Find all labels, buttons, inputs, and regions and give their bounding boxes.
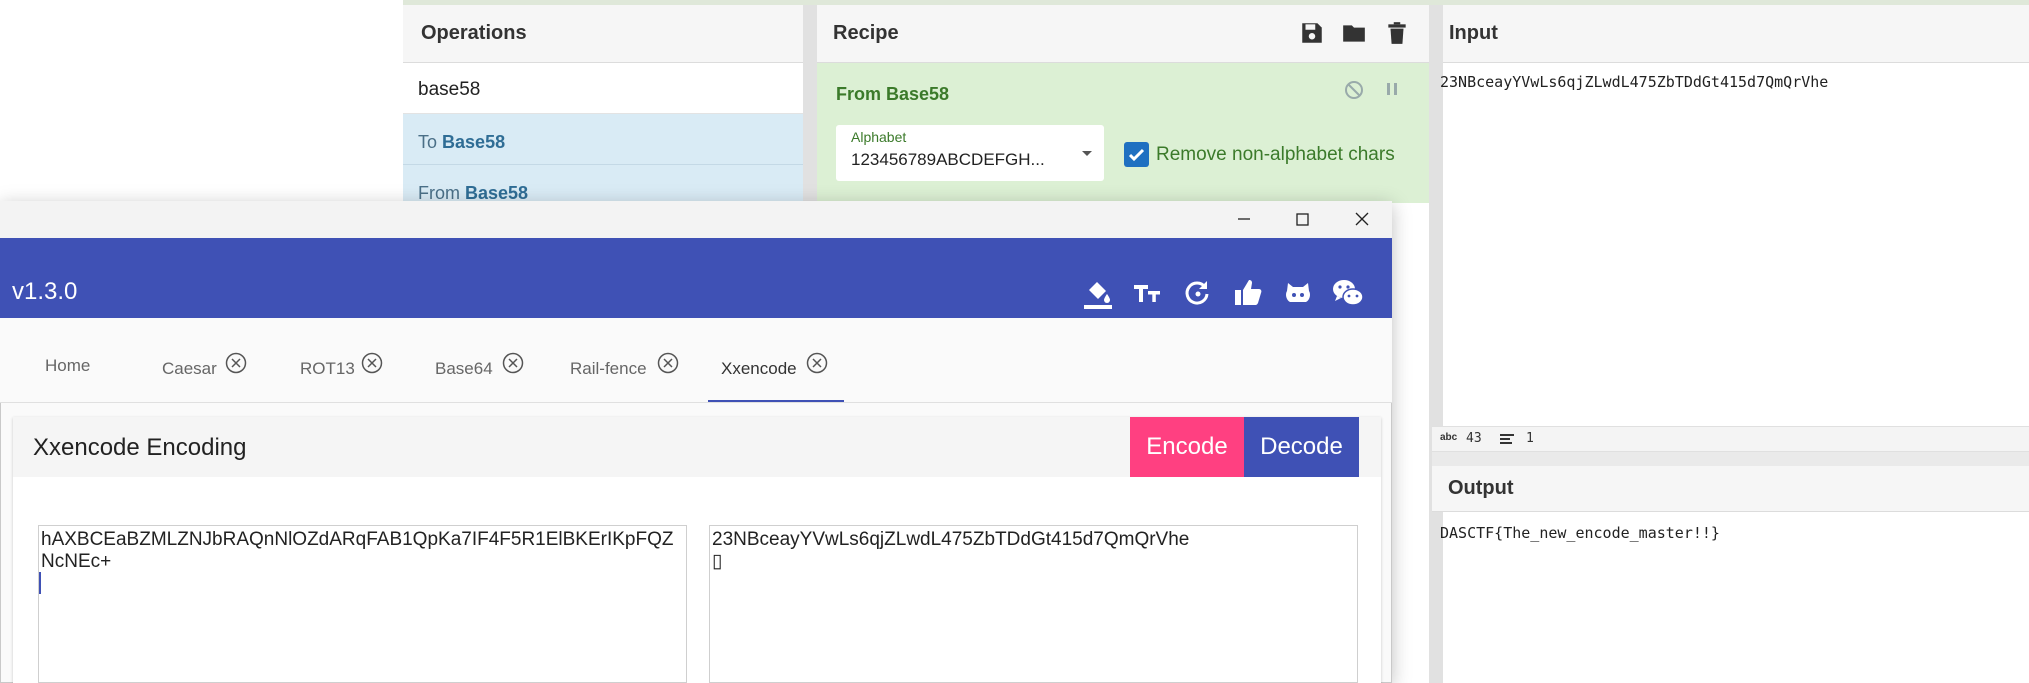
caret-down-icon[interactable] [1080, 145, 1094, 163]
operation-prefix: From [418, 183, 460, 203]
output-header [1432, 466, 2029, 512]
operation-name: Base58 [442, 132, 506, 152]
decode-button[interactable]: Decode [1244, 417, 1359, 477]
disable-icon[interactable] [1343, 79, 1365, 106]
tab-rot13[interactable]: ROT13 [300, 359, 355, 379]
wechat-icon[interactable] [1331, 276, 1365, 310]
text-size-icon[interactable] [1131, 276, 1165, 310]
tab-xxencode[interactable]: Xxencode [721, 359, 797, 379]
recipe-header [817, 5, 1429, 63]
refresh-icon[interactable] [1181, 276, 1215, 310]
folder-icon[interactable] [1341, 20, 1367, 46]
close-tab-icon[interactable] [806, 352, 828, 374]
tab-base64[interactable]: Base64 [435, 359, 493, 379]
tab-rail-fence[interactable]: Rail-fence [570, 359, 647, 379]
pause-icon[interactable] [1383, 80, 1401, 103]
input-textarea[interactable]: 23NBceayYVwLs6qjZLwdL475ZbTDdGt415d7QmQr… [1440, 73, 1828, 91]
operation-item-to-base58[interactable]: To Base58 [403, 114, 803, 165]
input-title: Input [1449, 22, 1498, 44]
close-icon[interactable] [1332, 201, 1392, 238]
close-tab-icon[interactable] [225, 352, 247, 374]
minimize-icon[interactable] [1214, 201, 1274, 238]
io-splitter[interactable] [1432, 452, 2029, 466]
encode-button[interactable]: Encode [1130, 417, 1244, 477]
tab-caesar[interactable]: Caesar [162, 359, 217, 379]
output-textarea[interactable]: DASCTF{The_new_encode_master!!} [1440, 524, 1720, 542]
close-tab-icon[interactable] [361, 352, 383, 374]
recipe-operation-name: From Base58 [836, 84, 950, 104]
operations-search-value[interactable]: base58 [418, 79, 480, 101]
text-cursor [39, 572, 41, 594]
paint-bucket-icon[interactable] [1081, 276, 1115, 310]
operations-title: Operations [421, 22, 527, 44]
remove-non-alphabet-checkbox[interactable] [1124, 142, 1149, 167]
recipe-title: Recipe [833, 22, 899, 44]
close-tab-icon[interactable] [502, 352, 524, 374]
output-title: Output [1448, 477, 1514, 499]
alphabet-label: Alphabet [851, 129, 907, 145]
alphabet-value[interactable]: 123456789ABCDEFGH... [851, 150, 1045, 170]
input-header [1443, 5, 2029, 63]
window-titlebar[interactable] [0, 201, 1392, 238]
operation-name: Base58 [465, 183, 529, 203]
save-icon[interactable] [1299, 20, 1325, 46]
input-lines: 1 [1526, 431, 1534, 446]
input-length: 43 [1466, 431, 1482, 446]
tab-home[interactable]: Home [45, 356, 90, 376]
card-title: Xxencode Encoding [33, 434, 247, 461]
operation-prefix: To [418, 132, 438, 152]
github-icon[interactable] [1281, 276, 1315, 310]
active-tab-indicator [708, 400, 844, 402]
panel-divider[interactable] [1429, 5, 1443, 683]
maximize-icon[interactable] [1273, 201, 1333, 238]
encoded-output-textarea[interactable]: hAXBCEaBZMLZNJbRAQnNlOZdARqFAB1QpKa7IF4F… [38, 525, 687, 683]
lines-icon [1500, 432, 1516, 450]
length-icon: abc [1440, 432, 1458, 443]
app-version: v1.3.0 [12, 278, 78, 305]
remove-non-alphabet-label[interactable]: Remove non-alphabet chars [1156, 144, 1395, 166]
plaintext-input-textarea[interactable]: 23NBceayYVwLs6qjZLwdL475ZbTDdGt415d7QmQr… [709, 525, 1358, 683]
close-tab-icon[interactable] [657, 352, 679, 374]
input-status-bar [1432, 426, 2029, 452]
thumbs-up-icon[interactable] [1231, 276, 1265, 310]
trash-icon[interactable] [1384, 20, 1410, 46]
